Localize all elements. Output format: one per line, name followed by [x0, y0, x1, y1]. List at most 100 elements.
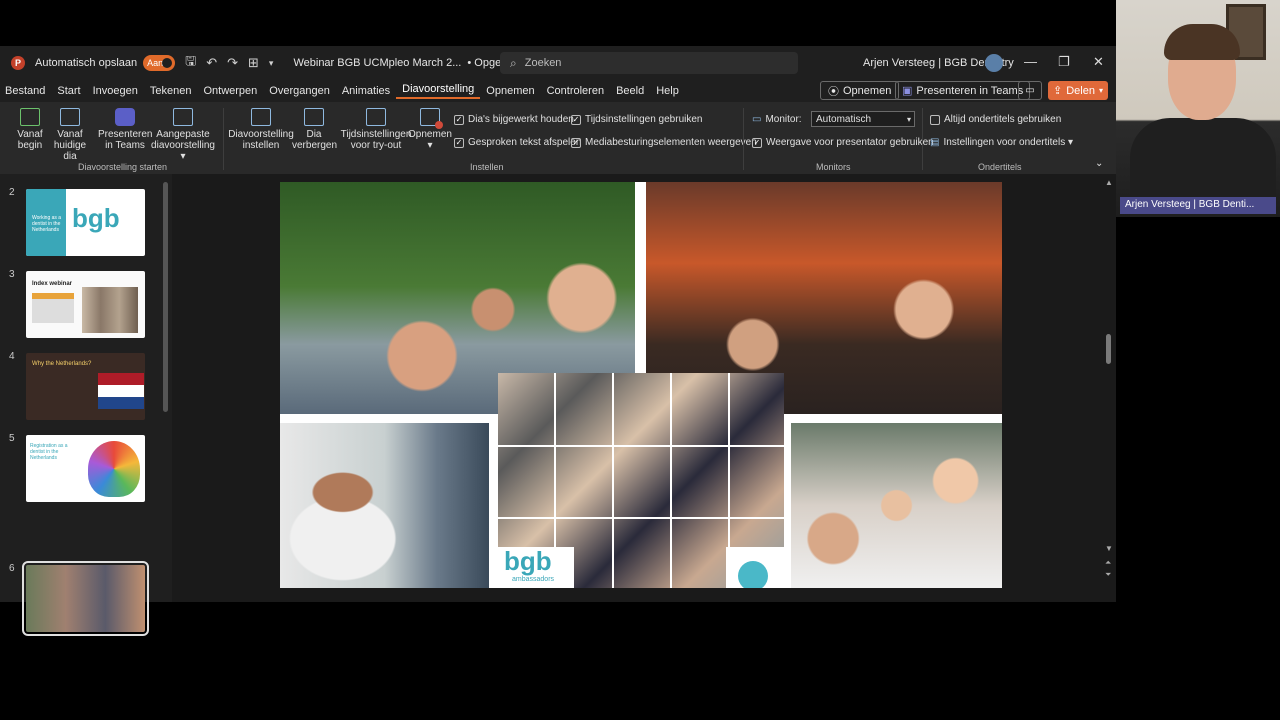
scroll-down-icon[interactable]: ▼	[1105, 544, 1113, 553]
tab-opnemen[interactable]: Opnemen	[480, 85, 540, 97]
slide-thumbnail[interactable]: Why the Netherlands?	[26, 353, 145, 420]
record-slideshow-button[interactable]: Opnemen ▾	[408, 108, 452, 151]
setup-slideshow-button[interactable]: Diavoorstelling instellen	[228, 108, 294, 151]
present-in-teams-ribbon-button[interactable]: Presenteren in Teams	[98, 108, 152, 151]
powerpoint-window: P Automatisch opslaan Aan 🖫 ↶ ↷ ⊞ ▾ Webi…	[0, 46, 1116, 636]
autosave-toggle[interactable]: Aan	[143, 55, 176, 71]
participant-name-tag: Arjen Versteeg | BGB Denti...	[1120, 197, 1276, 214]
restore-icon[interactable]: ❐	[1058, 54, 1070, 70]
search-placeholder: Zoeken	[524, 57, 562, 69]
screen: P Automatisch opslaan Aan 🖫 ↶ ↷ ⊞ ▾ Webi…	[0, 0, 1280, 720]
redo-icon[interactable]: ↷	[227, 55, 238, 71]
teams-icon	[115, 108, 135, 126]
custom-slideshow-button[interactable]: Aangepaste diavoorstelling ▾	[150, 108, 216, 162]
document-title[interactable]: Webinar BGB UCMpleo March 2...	[293, 57, 461, 69]
presenter-view-checkbox[interactable]: ✓ Weergave voor presentator gebruiken	[752, 137, 934, 148]
thumbnails-scrollbar[interactable]	[163, 182, 168, 412]
webcam-video: Arjen Versteeg | BGB Denti...	[1116, 0, 1280, 217]
record-icon: ⦿	[828, 85, 839, 98]
bgb-logo-tile: bgb ambassadors	[498, 547, 574, 588]
tab-ontwerpen[interactable]: Ontwerpen	[197, 85, 263, 97]
search-box[interactable]: ⌕ Zoeken	[500, 52, 798, 74]
save-icon[interactable]: 🖫	[185, 52, 196, 74]
record-button-label: Opnemen	[843, 84, 892, 97]
from-current-label-2: huidige dia	[53, 140, 87, 162]
show-media-controls-checkbox[interactable]: ✓ Mediabesturingselementen weergeven	[571, 137, 757, 148]
record-label-2: ▾	[427, 140, 433, 151]
play-narrations-checkbox[interactable]: ✓ Gesproken tekst afspelen	[454, 137, 581, 148]
workspace: 2 Working as a dentist in the Netherland…	[0, 174, 1116, 636]
share-button[interactable]: ⇪ Delen ▾	[1048, 81, 1108, 100]
always-captions-checkbox[interactable]: Altijd ondertitels gebruiken	[930, 114, 1061, 125]
thumbnail-number: 5	[9, 433, 15, 444]
thumbnail-number: 4	[9, 351, 15, 362]
from-current-button[interactable]: Vanaf huidige dia	[46, 108, 94, 162]
play-narrations-label: Gesproken tekst afspelen	[468, 137, 582, 148]
always-captions-label: Altijd ondertitels gebruiken	[944, 114, 1062, 125]
previous-slide-icon[interactable]: ⏶	[1105, 558, 1111, 568]
close-icon[interactable]: ✕	[1093, 54, 1104, 70]
dutch-flag-icon	[98, 373, 144, 409]
custom-label-2: diavoorstelling ▾	[151, 140, 215, 162]
autosave-label: Automatisch opslaan	[35, 57, 138, 69]
autosave-toggle-label: Aan	[147, 58, 164, 68]
from-start-label-1: Vanaf	[17, 129, 43, 140]
slide-thumbnail-selected[interactable]	[22, 561, 149, 636]
thumbnail-photo	[82, 287, 138, 333]
thumbnail-title: Registration as a dentist in the Netherl…	[30, 443, 68, 461]
thumbnail-number: 2	[9, 187, 15, 198]
comments-button[interactable]: ▭	[1018, 81, 1042, 100]
thumbnail-number: 3	[9, 269, 15, 280]
slide-thumbnail[interactable]: Registration as a dentist in the Netherl…	[26, 435, 145, 502]
monitor-select[interactable]: Automatisch ▾	[811, 111, 915, 127]
present-icon[interactable]: ⊞	[248, 55, 259, 71]
from-start-button[interactable]: Vanaf begin	[14, 108, 46, 151]
avatar[interactable]	[985, 54, 1003, 72]
slide-scrollbar[interactable]	[1106, 334, 1111, 364]
group-label-setup: Instellen	[470, 162, 504, 172]
present-teams-label-1: Presenteren	[98, 129, 153, 140]
ribbon: Vanaf begin Vanaf huidige dia Presentere…	[0, 102, 1116, 174]
search-icon: ⌕	[510, 55, 517, 70]
heart-graphic	[88, 441, 140, 497]
slide-thumbnail[interactable]: Index webinar	[26, 271, 145, 338]
timer-icon	[366, 108, 386, 126]
use-timings-checkbox[interactable]: ✓ Tijdsinstellingen gebruiken	[571, 114, 702, 125]
powerpoint-logo-icon: P	[11, 56, 25, 70]
monitor-label-text: Monitor:	[765, 114, 802, 125]
customize-dropdown-icon[interactable]: ▾	[269, 58, 274, 69]
keep-slides-updated-checkbox[interactable]: ✓ Dia's bijgewerkt houden	[454, 114, 574, 125]
undo-icon[interactable]: ↶	[206, 55, 217, 71]
tab-animaties[interactable]: Animaties	[336, 85, 396, 97]
minimize-icon[interactable]: —	[1024, 54, 1037, 69]
next-slide-icon[interactable]: ⏷	[1105, 570, 1111, 580]
rehearse-timings-button[interactable]: Tijdsinstellingen voor try-out	[340, 108, 412, 151]
checkbox-unchecked-icon	[930, 114, 940, 125]
present-in-teams-button[interactable]: ▣ Presenteren in Teams	[895, 81, 1031, 100]
caption-settings-button[interactable]: ▤ Instellingen voor ondertitels ▾	[930, 137, 1073, 148]
record-button[interactable]: ⦿ Opnemen	[820, 81, 900, 100]
slide-thumbnail[interactable]: Working as a dentist in the Netherlands …	[26, 189, 145, 256]
tab-help[interactable]: Help	[650, 85, 685, 97]
share-button-label: Delen	[1066, 84, 1095, 97]
collapse-ribbon-icon[interactable]: ⌄	[1095, 158, 1103, 169]
tab-start[interactable]: Start	[51, 85, 86, 97]
tab-beeld[interactable]: Beeld	[610, 85, 650, 97]
bgb-logo: bgb	[504, 546, 552, 576]
monitor-select-value: Automatisch	[816, 113, 872, 125]
tab-diavoorstelling[interactable]: Diavoorstelling	[396, 83, 481, 99]
setup-icon	[251, 108, 271, 126]
tab-tekenen[interactable]: Tekenen	[144, 85, 198, 97]
hide-slide-button[interactable]: Dia verbergen	[292, 108, 337, 151]
use-timings-label: Tijdsinstellingen gebruiken	[585, 114, 703, 125]
presenter-view-label: Weergave voor presentator gebruiken	[766, 137, 934, 148]
tab-overgangen[interactable]: Overgangen	[263, 85, 336, 97]
presenter-hair	[1164, 24, 1240, 60]
current-slide[interactable]: bgb ambassadors	[280, 182, 1002, 588]
tab-bestand[interactable]: Bestand	[0, 85, 51, 97]
scroll-up-icon[interactable]: ▲	[1105, 178, 1113, 187]
hide-label-1: Dia	[306, 129, 322, 140]
photo-team-selfie	[791, 423, 1002, 588]
tab-controleren[interactable]: Controleren	[541, 85, 610, 97]
tab-invoegen[interactable]: Invoegen	[87, 85, 144, 97]
